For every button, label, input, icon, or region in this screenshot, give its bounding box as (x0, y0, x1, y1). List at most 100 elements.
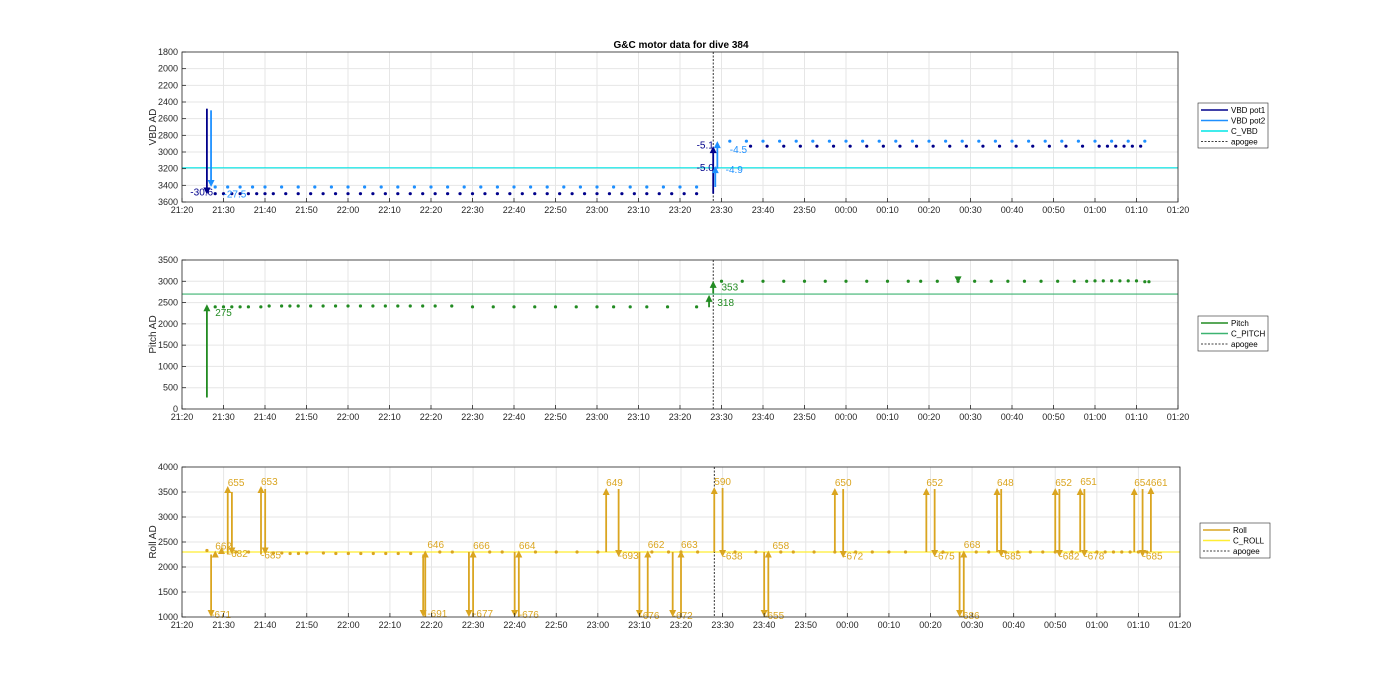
y-tick-label: 1000 (158, 612, 178, 622)
data-point-vbd-pot1 (782, 144, 786, 148)
legend-entry-label: VBD pot1 (1231, 106, 1266, 115)
data-point-pitch (553, 305, 558, 309)
data-point-vbd-pot1 (981, 144, 985, 148)
x-tick-label: 22:30 (461, 412, 484, 422)
data-point-vbd-pot2 (396, 185, 400, 189)
data-point-vbd-pot2 (578, 185, 583, 189)
data-point-pitch (1143, 280, 1147, 284)
x-tick-label: 21:30 (212, 205, 235, 215)
data-label: -685 (1001, 552, 1021, 563)
y-tick-label: 3400 (158, 180, 178, 190)
data-label: -30.6 (190, 187, 213, 198)
data-point-pitch (267, 304, 271, 308)
x-tick-label: 21:40 (254, 205, 277, 215)
data-point-pitch (1056, 279, 1060, 283)
data-point-roll (288, 551, 292, 556)
data-point-vbd-pot1 (483, 192, 487, 196)
data-point-pitch (645, 305, 649, 309)
y-tick-label: 2000 (158, 319, 178, 329)
data-label: 664 (519, 541, 536, 552)
data-point-roll (346, 551, 350, 556)
y-tick-label: 2200 (158, 80, 178, 90)
legend-entry-label: apogee (1231, 138, 1258, 147)
data-point-roll (575, 550, 579, 554)
data-label: -675 (935, 552, 955, 563)
data-point-pitch (740, 279, 744, 283)
data-point-pitch (450, 304, 454, 308)
data-point-vbd-pot1 (645, 192, 649, 196)
x-tick-label: 23:10 (627, 412, 650, 422)
data-point-vbd-pot1 (632, 192, 636, 196)
y-tick-label: 1800 (158, 47, 178, 57)
x-tick-label: 22:10 (379, 620, 402, 630)
data-point-pitch (433, 304, 437, 308)
data-point-vbd-pot1 (948, 144, 952, 148)
arrow-head (207, 180, 215, 187)
data-point-vbd-pot1 (898, 144, 902, 148)
arrow-head (710, 487, 718, 494)
data-label: 353 (722, 283, 739, 294)
data-point-vbd-pot2 (238, 185, 242, 189)
y-tick-label: 1000 (158, 361, 178, 371)
x-tick-label: 00:00 (836, 620, 859, 630)
data-point-vbd-pot1 (1097, 144, 1101, 148)
panel-2: 27535331821:20 21:30 21:40 21:50 22:00 22:10 2… (148, 255, 1269, 422)
x-tick-label: 21:40 (254, 412, 277, 422)
data-point-vbd-pot2 (761, 139, 765, 143)
data-point-roll (305, 551, 309, 555)
legend-entry-label: VBD pot2 (1231, 117, 1266, 126)
x-tick-label: 21:30 (212, 620, 235, 630)
x-tick-label: 22:40 (503, 620, 526, 630)
data-point-vbd-pot2 (429, 185, 433, 189)
y-axis-label: Roll AD (148, 525, 159, 558)
x-tick-label: 01:20 (1169, 620, 1192, 630)
data-point-roll (1128, 550, 1132, 554)
x-tick-label: 00:20 (918, 412, 941, 422)
data-point-vbd-pot1 (495, 192, 499, 196)
data-point-pitch (533, 305, 537, 309)
data-point-vbd-pot1 (1114, 144, 1118, 148)
figure-title: G&C motor data for dive 384 (613, 40, 748, 51)
y-tick-label: 4000 (158, 462, 178, 472)
data-point-pitch (1093, 279, 1097, 283)
data-point-pitch (989, 279, 993, 283)
data-point-vbd-pot2 (446, 185, 450, 189)
x-tick-label: 01:00 (1084, 412, 1107, 422)
data-label: 655 (228, 478, 245, 489)
data-point-pitch (396, 304, 400, 308)
data-point-roll (1136, 550, 1141, 554)
y-axis-label: VBD AD (148, 109, 159, 146)
data-label: 654 (1134, 478, 1151, 489)
data-point-pitch (1110, 279, 1114, 283)
data-point-vbd-pot1 (255, 192, 259, 196)
data-point-vbd-pot1 (881, 144, 885, 148)
arrow-head (465, 610, 473, 617)
axes-layer: -30.6 -27.5-5.1-5.0-4.5-4.921:20 21:30 21:4… (148, 47, 1271, 630)
x-tick-label: 00:30 (959, 205, 982, 215)
arrow-head (705, 294, 713, 302)
y-tick-label: 2500 (158, 537, 178, 547)
data-point-vbd-pot2 (495, 185, 499, 189)
legend-entry-label: Roll (1233, 526, 1247, 535)
x-tick-label: 23:40 (753, 620, 776, 630)
data-point-vbd-pot1 (396, 192, 400, 196)
data-point-vbd-pot2 (1060, 139, 1064, 143)
data-point-pitch (309, 304, 313, 308)
data-label: 649 (606, 478, 623, 489)
data-point-vbd-pot1 (1130, 144, 1134, 148)
data-point-vbd-pot1 (545, 192, 549, 196)
data-point-vbd-pot1 (570, 192, 574, 196)
data-point-vbd-pot1 (520, 192, 524, 196)
data-point-roll (791, 550, 795, 554)
data-point-vbd-pot2 (329, 185, 333, 189)
data-point-vbd-pot2 (545, 185, 549, 189)
data-point-vbd-pot1 (1031, 144, 1035, 148)
data-label: -672 (843, 552, 863, 563)
data-label: -5.0 (697, 163, 715, 174)
data-point-pitch (1101, 279, 1105, 283)
x-tick-label: 23:30 (710, 412, 733, 422)
x-tick-label: 00:10 (876, 205, 899, 215)
data-point-roll (596, 550, 600, 554)
data-point-roll (554, 550, 558, 554)
arrow-head (713, 141, 721, 149)
